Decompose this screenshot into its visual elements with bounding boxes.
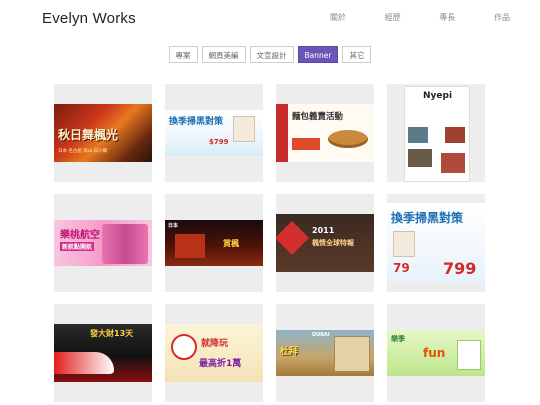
poster-photo-1: [408, 127, 428, 143]
filter-projects[interactable]: 專案: [168, 46, 198, 63]
poster-photo-2: [445, 127, 465, 143]
banner-subtitle: 新航點開航: [60, 242, 95, 251]
gallery-item[interactable]: 發大財13天: [54, 304, 152, 402]
gallery-grid: 秋日舞楓光 日本·名古屋·高山·白川鄉 換季掃黑對策 $799 麵包義賣活動 N…: [54, 84, 485, 402]
poster-photo-3: [408, 149, 432, 167]
banner-subtitle: 日本·名古屋·高山·白川鄉: [58, 149, 108, 154]
banner-bread-event: 麵包義賣活動: [276, 104, 374, 162]
banner-2011-sale: 2011 楓情全球特報: [276, 214, 374, 272]
banner-fun-word: fun: [423, 346, 446, 360]
filter-other[interactable]: 其它: [342, 46, 372, 63]
banner-season-promo-2: 換季掃黑對策 79 799: [387, 203, 485, 283]
tag-shape: [171, 334, 197, 360]
banner-title: 換季掃黑對策: [391, 211, 464, 225]
product-box-shape: [233, 116, 255, 142]
banner-price-2: 799: [443, 259, 477, 278]
banner-title: 楓情全球特報: [312, 239, 354, 247]
banner-city: DUBAI: [312, 332, 330, 338]
brand-title[interactable]: Evelyn Works: [42, 10, 136, 27]
gallery-item[interactable]: 樂桃航空 新航點開航: [54, 194, 152, 292]
maple-leaf-shape: [276, 221, 309, 255]
nav-about[interactable]: 關於: [330, 12, 346, 23]
temple-shape: [175, 234, 205, 258]
top-nav: 關於 經歷 專長 作品: [330, 12, 510, 23]
bread-shape: [328, 130, 368, 148]
banner-title: 換季掃黑對策: [169, 117, 224, 127]
gallery-item[interactable]: 2011 楓情全球特報: [276, 194, 374, 292]
filter-print-design[interactable]: 文宣設計: [249, 46, 294, 63]
map-shape: [334, 336, 370, 372]
banner-title: 樂桃航空: [60, 230, 100, 241]
banner-price: $799: [209, 138, 229, 146]
promo-badge-shape: [292, 138, 320, 150]
banner-autumn-japan: 秋日舞楓光 日本·名古屋·高山·白川鄉: [54, 104, 152, 162]
filter-web-design[interactable]: 網頁美編: [201, 46, 246, 63]
filter-bar: 專案 網頁美編 文宣設計 Banner 其它: [0, 46, 540, 63]
gallery-item[interactable]: 樂季 fun: [387, 304, 485, 402]
banner-title: 樂季: [391, 335, 405, 343]
nav-experience[interactable]: 經歷: [385, 12, 401, 23]
gallery-item[interactable]: 換季掃黑對策 79 799: [387, 194, 485, 292]
banner-title: Nyepi: [423, 91, 453, 101]
gallery-item[interactable]: Nyepi: [387, 84, 485, 182]
bullet-train-shape: [54, 352, 114, 374]
gallery-item[interactable]: 麵包義賣活動: [276, 84, 374, 182]
gallery-item[interactable]: 日本 賞楓: [165, 194, 263, 292]
banner-title: 杜拜: [280, 347, 299, 357]
banner-peach-airline: 樂桃航空 新航點開航: [54, 220, 152, 266]
banner-side-stripe: [276, 104, 288, 162]
crew-figures: [102, 224, 148, 264]
filter-banner[interactable]: Banner: [297, 46, 339, 63]
gallery-item[interactable]: 換季掃黑對策 $799: [165, 84, 263, 182]
card-shape: [457, 340, 481, 370]
nav-works[interactable]: 作品: [494, 12, 510, 23]
banner-label: 賞楓: [223, 239, 239, 248]
banner-title: 麵包義賣活動: [292, 112, 344, 122]
banner-price-1: 79: [393, 261, 410, 275]
product-box-shape: [393, 231, 415, 257]
banner-season-promo: 換季掃黑對策 $799: [165, 110, 263, 156]
banner-japan-night: 日本 賞楓: [165, 220, 263, 266]
banner-year: 2011: [312, 226, 335, 235]
nav-skills[interactable]: 專長: [439, 12, 455, 23]
banner-sale-discount: 就降玩 最高折1萬: [165, 324, 263, 382]
banner-title: 就降玩: [201, 339, 229, 349]
gallery-item[interactable]: 就降玩 最高折1萬: [165, 304, 263, 402]
banner-subtitle: 最高折1萬: [199, 359, 242, 369]
banner-title: 發大財13天: [90, 329, 134, 338]
poster-photo-4: [441, 153, 465, 173]
gallery-item[interactable]: DUBAI 杜拜: [276, 304, 374, 402]
banner-title: 日本: [168, 223, 179, 229]
banner-nyepi-poster: Nyepi: [404, 86, 470, 182]
gallery-item[interactable]: 秋日舞楓光 日本·名古屋·高山·白川鄉: [54, 84, 152, 182]
banner-dubai: DUBAI 杜拜: [276, 330, 374, 376]
banner-fun: 樂季 fun: [387, 330, 485, 376]
banner-travel-13: 發大財13天: [54, 324, 152, 382]
banner-title: 秋日舞楓光: [58, 128, 119, 142]
